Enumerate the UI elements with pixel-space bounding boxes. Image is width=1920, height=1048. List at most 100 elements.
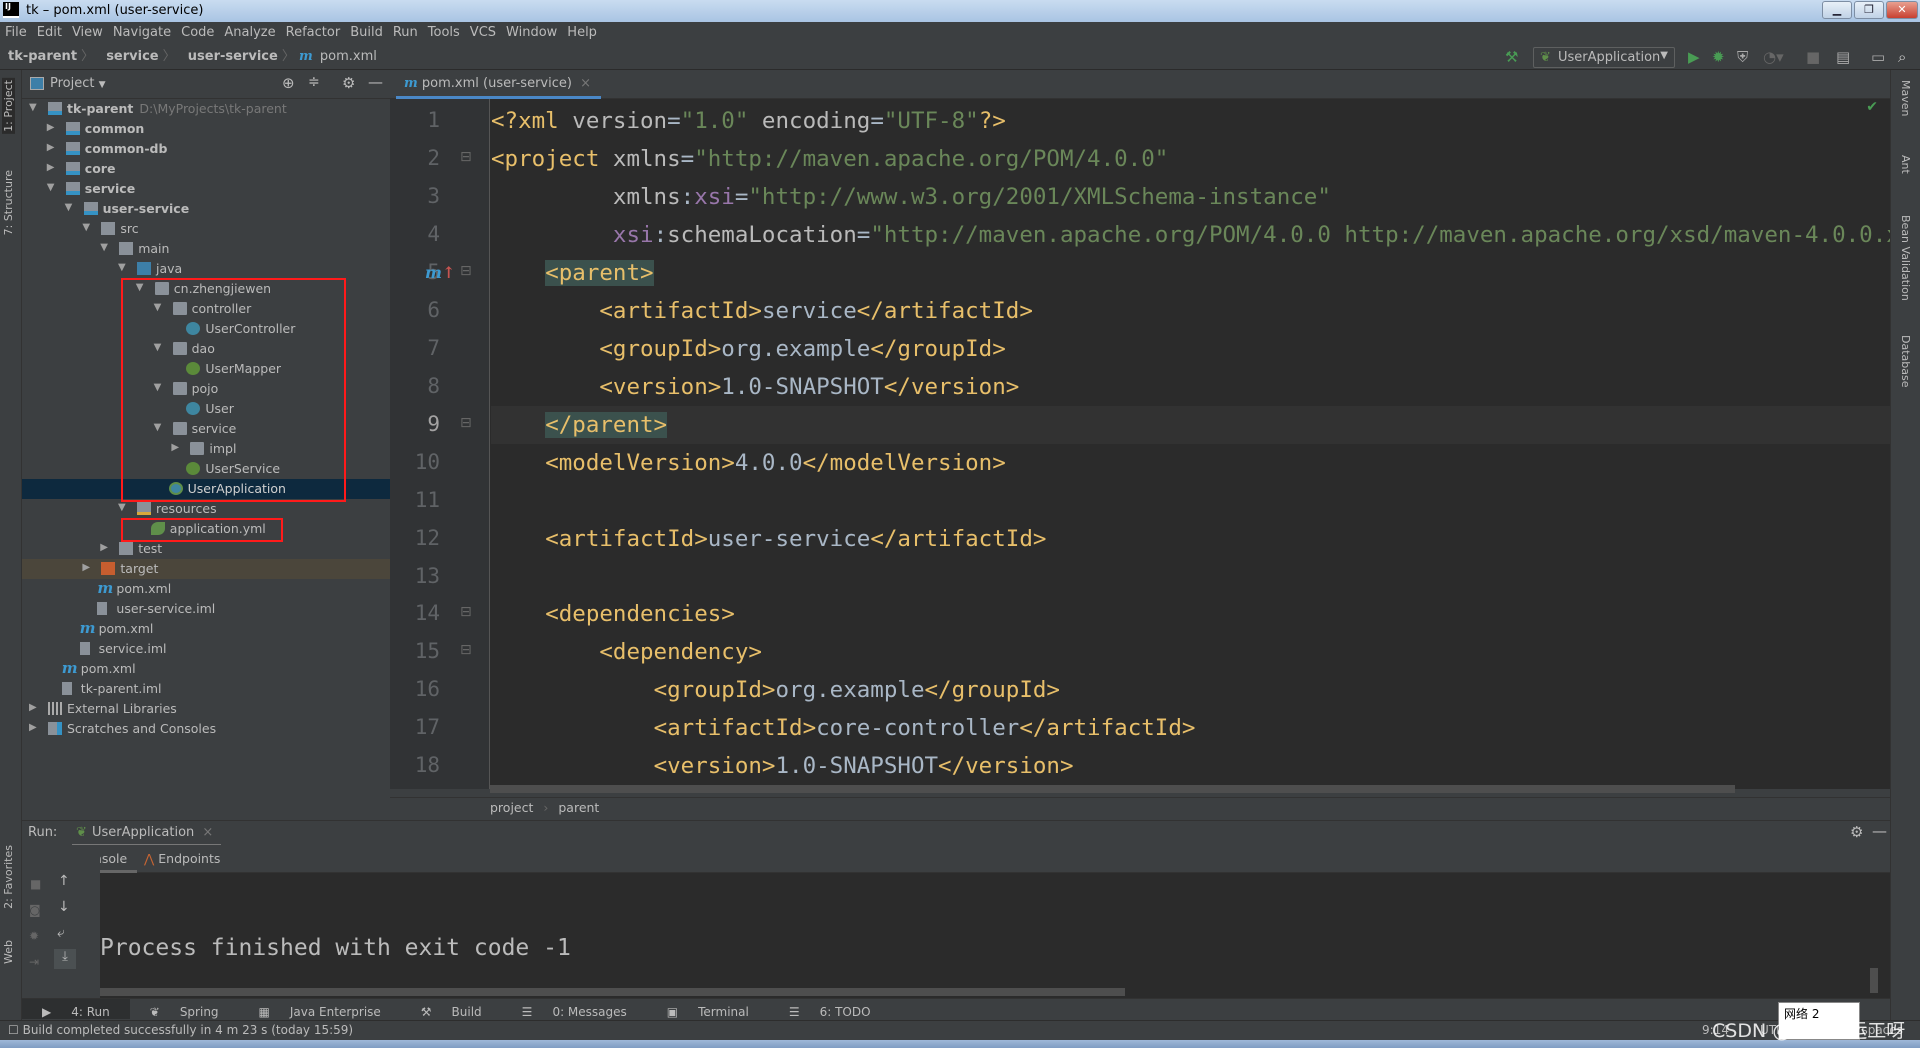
collapsed-arrow-icon[interactable]: ▶: [29, 702, 37, 713]
menu-run[interactable]: Run: [388, 22, 423, 40]
menu-build[interactable]: Build: [345, 22, 388, 40]
expanded-arrow-icon[interactable]: ▼: [29, 102, 37, 113]
code-line[interactable]: <?xml version="1.0" encoding="UTF-8"?>: [491, 102, 1890, 140]
code-line[interactable]: [491, 482, 1890, 520]
tree-item[interactable]: user-service.iml: [22, 599, 390, 619]
tree-item[interactable]: m pom.xml: [22, 579, 390, 599]
code-line[interactable]: <version>1.0-SNAPSHOT</version>: [491, 368, 1890, 406]
menu-code[interactable]: Code: [176, 22, 219, 40]
xml-crumb-project[interactable]: project: [490, 800, 533, 815]
tool-tab-database[interactable]: Database: [1899, 335, 1912, 388]
tree-item[interactable]: ▼ user-service: [22, 199, 390, 219]
menu-refactor[interactable]: Refactor: [281, 22, 346, 40]
close-tab-icon[interactable]: ×: [580, 76, 591, 91]
tree-item[interactable]: ▶ test: [22, 539, 390, 559]
menu-file[interactable]: File: [0, 22, 32, 40]
menu-analyze[interactable]: Analyze: [219, 22, 280, 40]
gear-icon[interactable]: ⚙: [1850, 823, 1863, 841]
code-line[interactable]: <artifactId>core-controller</artifactId>: [491, 709, 1890, 747]
tree-item[interactable]: ▶ Scratches and Consoles: [22, 719, 390, 739]
menu-vcs[interactable]: VCS: [465, 22, 501, 40]
tree-item[interactable]: ▼ service: [22, 179, 390, 199]
expanded-arrow-icon[interactable]: ▼: [118, 502, 126, 513]
locate-icon[interactable]: ⊕: [282, 74, 295, 92]
run-icon[interactable]: ▶: [1688, 48, 1700, 66]
console-output[interactable]: Process finished with exit code -1: [100, 873, 1890, 998]
breadcrumb-user-service[interactable]: user-service: [180, 44, 282, 64]
tool-tab-bean-validation[interactable]: Bean Validation: [1899, 215, 1912, 301]
code-line[interactable]: <modelVersion>4.0.0</modelVersion>: [491, 444, 1890, 482]
expanded-arrow-icon[interactable]: ▼: [47, 182, 55, 193]
scroll-to-end-icon[interactable]: ⤓: [54, 949, 76, 969]
code-line[interactable]: xmlns:xsi="http://www.w3.org/2001/XMLSch…: [491, 178, 1890, 216]
breadcrumb-tk-parent[interactable]: tk-parent: [0, 44, 81, 64]
code-line[interactable]: <parent> m↑: [425, 254, 1890, 292]
menu-view[interactable]: View: [67, 22, 108, 40]
fold-marker-icon[interactable]: ⊟: [460, 642, 472, 658]
tool-tab-project[interactable]: 1: Project: [2, 78, 15, 134]
close-tab-icon[interactable]: ×: [202, 825, 213, 840]
hide-icon[interactable]: —: [1872, 822, 1887, 840]
collapsed-arrow-icon[interactable]: ▶: [47, 122, 55, 133]
tree-item[interactable]: m pom.xml: [22, 619, 390, 639]
console-scrollbar[interactable]: [100, 988, 1125, 996]
collapse-all-icon[interactable]: ≑: [308, 74, 320, 90]
debug-icon[interactable]: ✹: [1712, 48, 1725, 66]
tree-item[interactable]: ▼ resources: [22, 499, 390, 519]
tree-item[interactable]: ▶ target: [22, 559, 390, 579]
code-line[interactable]: <dependency>: [491, 633, 1890, 671]
project-view-dropdown[interactable]: Project ▼: [50, 76, 106, 91]
camera-icon[interactable]: ◙: [29, 903, 41, 917]
tree-item[interactable]: ▼ java: [22, 259, 390, 279]
coverage-icon[interactable]: ⛨: [1737, 48, 1748, 66]
fold-marker-icon[interactable]: ⊟: [460, 149, 472, 165]
code-line[interactable]: <version>1.0-SNAPSHOT</version>: [491, 747, 1890, 785]
editor-tab-pom[interactable]: m pom.xml (user-service) ×: [396, 70, 601, 99]
stop-icon[interactable]: ■: [1806, 48, 1820, 66]
project-structure-icon[interactable]: ▤: [1836, 48, 1850, 66]
menu-navigate[interactable]: Navigate: [108, 22, 176, 40]
tree-item[interactable]: ▶ External Libraries: [22, 699, 390, 719]
code-editor[interactable]: 1 2 3 4 5 6 7 8 9 10 11 12 13 14 15 16 17 18 ⊟ ⊟ ⊟ ⊟ ⊟ ✔ <?xml…: [390, 99, 1890, 789]
tool-window-run[interactable]: ▶ 4: Run: [22, 999, 130, 1019]
menu-help[interactable]: Help: [562, 22, 602, 40]
tool-tab-maven[interactable]: Maven: [1899, 80, 1912, 116]
fold-marker-icon[interactable]: ⊟: [460, 263, 472, 279]
run-configuration-dropdown[interactable]: ❦ UserApplication ▼: [1533, 47, 1675, 68]
hide-icon[interactable]: —: [368, 73, 383, 91]
collapsed-arrow-icon[interactable]: ▶: [29, 722, 37, 733]
tool-window-messages[interactable]: ☰ 0: Messages: [502, 999, 647, 1019]
code-line[interactable]: <groupId>org.example</groupId>: [491, 330, 1890, 368]
up-arrow-icon[interactable]: ↑: [58, 873, 70, 889]
collapsed-arrow-icon[interactable]: ▶: [47, 142, 55, 153]
collapsed-arrow-icon[interactable]: ▶: [47, 162, 55, 173]
fold-marker-icon[interactable]: ⊟: [460, 604, 472, 620]
tree-item[interactable]: ▼ src: [22, 219, 390, 239]
profile-icon[interactable]: ◔▾: [1763, 48, 1784, 66]
tree-item[interactable]: m pom.xml: [22, 659, 390, 679]
tree-item[interactable]: ▶ core: [22, 159, 390, 179]
run-tab-userapplication[interactable]: ❦ UserApplication ×: [72, 821, 222, 846]
fold-marker-icon[interactable]: ⊟: [460, 415, 472, 431]
code-line[interactable]: xsi:schemaLocation="http://maven.apache.…: [491, 216, 1890, 254]
expanded-arrow-icon[interactable]: ▼: [118, 262, 126, 273]
code-line[interactable]: </parent>: [491, 405, 1890, 444]
tool-window-todo[interactable]: ☰ 6: TODO: [769, 999, 891, 1019]
tool-tab-web[interactable]: Web: [2, 940, 15, 964]
tool-tab-ant[interactable]: Ant: [1899, 155, 1912, 174]
tool-window-spring[interactable]: ❦ Spring: [130, 999, 239, 1019]
restore-button[interactable]: ❐: [1854, 1, 1884, 19]
breadcrumb-service[interactable]: service: [98, 44, 162, 64]
tree-item[interactable]: ▼ main: [22, 239, 390, 259]
xml-crumb-parent[interactable]: parent: [558, 800, 599, 815]
exit-icon[interactable]: ⇥: [29, 955, 39, 969]
tool-window-javaenterprise[interactable]: ▦ Java Enterprise: [239, 999, 401, 1019]
code-line[interactable]: <artifactId>service</artifactId>: [491, 292, 1890, 330]
collapsed-arrow-icon[interactable]: ▶: [100, 542, 108, 553]
tab-endpoints[interactable]: ⋀ Endpoints: [144, 845, 230, 873]
maven-parent-gutter-icon[interactable]: m↑: [425, 254, 455, 292]
build-hammer-icon[interactable]: ⚒: [1505, 48, 1518, 66]
search-icon[interactable]: ⌕: [1898, 48, 1906, 66]
expanded-arrow-icon[interactable]: ▼: [100, 242, 108, 253]
expanded-arrow-icon[interactable]: ▼: [82, 222, 90, 233]
